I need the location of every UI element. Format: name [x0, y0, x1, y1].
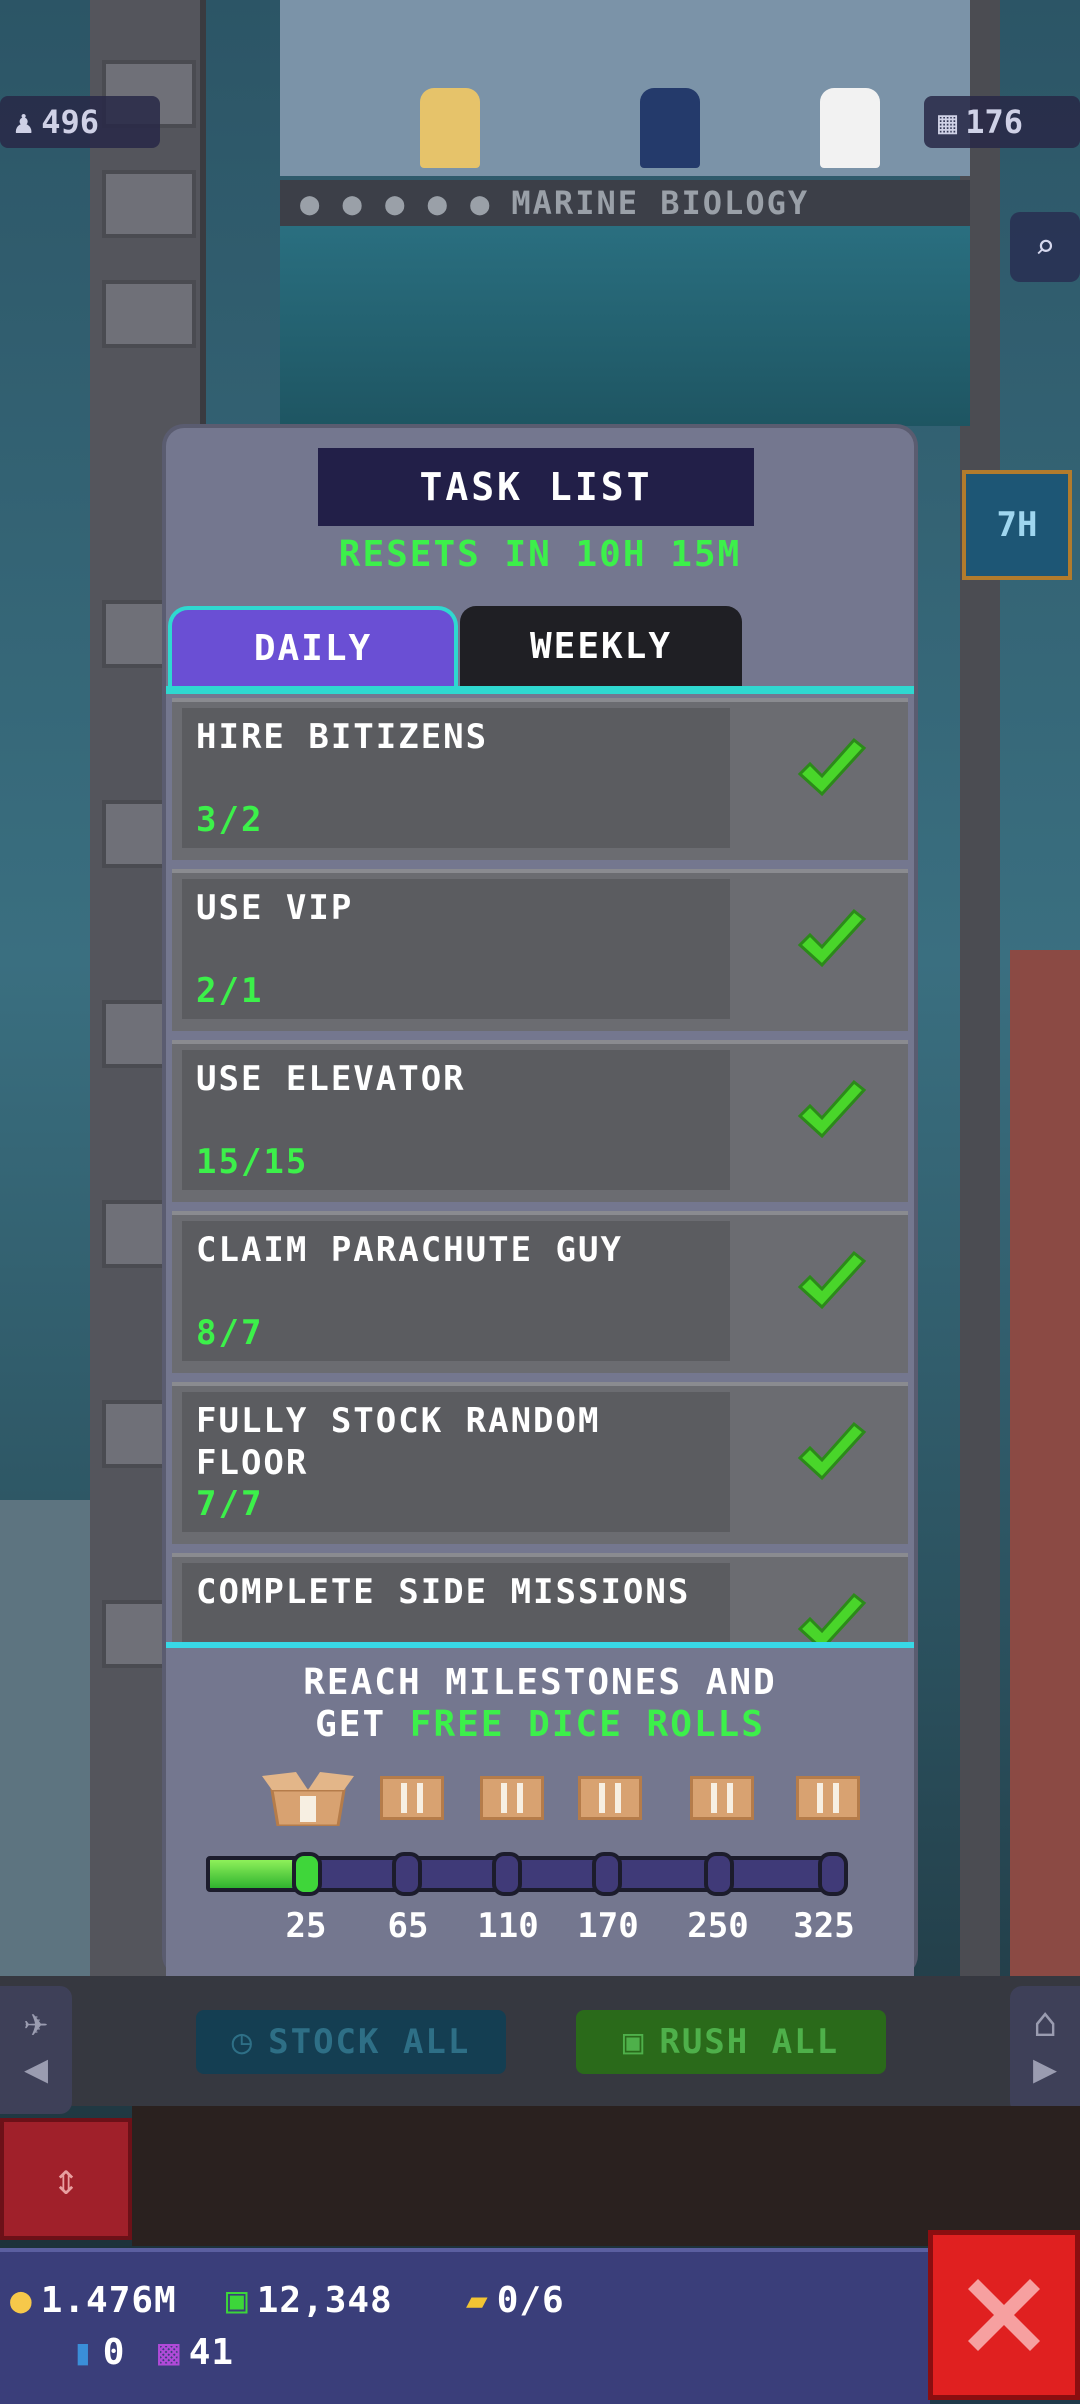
bux-counter[interactable]: ▣ 12,348: [226, 2280, 393, 2321]
floor-room-top: [280, 0, 970, 176]
crate-icon: [380, 1776, 444, 1820]
arrow-right-icon: ▶: [1032, 2046, 1058, 2092]
task-name: USE ELEVATOR: [196, 1059, 466, 1099]
floor-room-aquarium: [280, 226, 970, 426]
floor-name-banner[interactable]: ● ● ● ● ● MARINE BIOLOGY: [280, 180, 970, 226]
airplane-icon: ✈: [23, 2000, 49, 2046]
task-name: CLAIM PARACHUTE GUY: [196, 1230, 623, 1270]
crate-icon: [796, 1776, 860, 1820]
reset-timer: RESETS IN 10H 15M: [338, 534, 742, 575]
task-item: USE VIP 2/1: [172, 869, 908, 1031]
key-icon: ▮: [72, 2332, 95, 2373]
checkmark-icon: [797, 737, 867, 797]
coins-counter[interactable]: ● 1.476M: [10, 2280, 177, 2321]
bitizen-slots-icon: ● ● ● ● ●: [300, 184, 492, 222]
panel-title: TASK LIST: [318, 448, 754, 526]
task-name: HIRE BITIZENS: [196, 717, 489, 757]
tab-daily[interactable]: DAILY: [168, 606, 458, 686]
close-icon: [968, 2279, 1040, 2351]
tab-weekly[interactable]: WEEKLY: [460, 606, 742, 686]
nav-right-button[interactable]: ⌂ ▶: [1010, 1986, 1080, 2114]
checkmark-icon: [797, 908, 867, 968]
task-item: HIRE BITIZENS 3/2: [172, 698, 908, 860]
milestone-message: REACH MILESTONES AND GET FREE DICE ROLLS: [303, 1662, 777, 1745]
task-item: FULLY STOCK RANDOM FLOOR 7/7: [172, 1382, 908, 1544]
tab-underline: [166, 686, 914, 694]
city-building-left: [0, 1500, 90, 2000]
task-progress: 3/2: [196, 800, 264, 840]
population-counter[interactable]: ♟ 496: [0, 96, 160, 148]
task-progress: 8/7: [196, 1313, 264, 1353]
ticket-icon: ▰: [466, 2280, 489, 2321]
milestone-marker: [592, 1852, 622, 1896]
rush-all-button[interactable]: ▣ RUSH ALL: [576, 2010, 886, 2074]
task-item: USE ELEVATOR 15/15: [172, 1040, 908, 1202]
crate-icon: [480, 1776, 544, 1820]
task-item: COMPLETE SIDE MISSIONS: [172, 1553, 908, 1642]
checkmark-icon: [797, 1421, 867, 1481]
city-building-right: [1010, 950, 1080, 2000]
search-icon[interactable]: ⌕: [1010, 212, 1080, 282]
checkmark-icon: [797, 1079, 867, 1139]
control-strip: [0, 1976, 1080, 2106]
dice-icon: ▩: [158, 2332, 181, 2373]
tickets-counter[interactable]: ▰ 0/6: [466, 2280, 565, 2321]
close-button[interactable]: [928, 2230, 1080, 2400]
task-progress: 7/7: [196, 1484, 264, 1524]
building-icon: ▦: [938, 103, 958, 141]
bitizen-character: [420, 88, 480, 168]
task-name: FULLY STOCK RANDOM FLOOR: [196, 1401, 601, 1483]
milestone-progress-fill: [210, 1860, 292, 1888]
clock-icon: ◷: [231, 2022, 255, 2062]
task-name: COMPLETE SIDE MISSIONS: [196, 1572, 691, 1612]
currency-bar: [0, 2248, 930, 2404]
timer-badge[interactable]: 7H: [962, 470, 1072, 580]
arrow-left-icon: ◀: [23, 2046, 49, 2092]
milestone-label: 65: [387, 1906, 429, 1946]
task-name: USE VIP: [196, 888, 354, 928]
dice-counter[interactable]: ▩ 41: [158, 2332, 234, 2373]
open-crate-icon: [262, 1772, 354, 1826]
milestone-label: 110: [477, 1906, 539, 1946]
floor-name: MARINE BIOLOGY: [511, 184, 810, 222]
nav-left-button[interactable]: ✈ ◀: [0, 1986, 72, 2114]
milestone-marker: [392, 1852, 422, 1896]
stock-all-button[interactable]: ◷ STOCK ALL: [196, 2010, 506, 2074]
milestone-label: 170: [577, 1906, 639, 1946]
milestone-label: 250: [687, 1906, 749, 1946]
checkmark-icon: [797, 1250, 867, 1310]
crate-icon: [578, 1776, 642, 1820]
milestone-marker: [292, 1852, 322, 1896]
up-down-arrow-icon: ⇕: [52, 2153, 80, 2205]
coin-icon: ●: [10, 2280, 33, 2321]
milestone-marker: [492, 1852, 522, 1896]
bitizen-character: [820, 88, 880, 168]
milestone-label: 25: [285, 1906, 327, 1946]
bitizen-character: [640, 88, 700, 168]
crate-icon: [690, 1776, 754, 1820]
task-progress: 15/15: [196, 1142, 309, 1182]
milestone-marker: [818, 1852, 848, 1896]
home-icon: ⌂: [1032, 2000, 1058, 2046]
bux-icon: ▣: [226, 2280, 249, 2321]
milestone-marker: [704, 1852, 734, 1896]
task-progress: 2/1: [196, 971, 264, 1011]
person-icon: ♟: [14, 103, 34, 141]
bux-icon: ▣: [622, 2022, 646, 2062]
checkmark-icon: [797, 1592, 867, 1642]
elevator-button[interactable]: ⇕: [0, 2118, 132, 2240]
task-item: CLAIM PARACHUTE GUY 8/7: [172, 1211, 908, 1373]
ground-floor: [132, 2106, 1080, 2246]
keys-counter[interactable]: ▮ 0: [72, 2332, 125, 2373]
floor-counter[interactable]: ▦ 176: [924, 96, 1080, 148]
task-list[interactable]: HIRE BITIZENS 3/2 USE VIP 2/1 USE ELEVAT…: [166, 694, 914, 1642]
milestone-label: 325: [793, 1906, 855, 1946]
